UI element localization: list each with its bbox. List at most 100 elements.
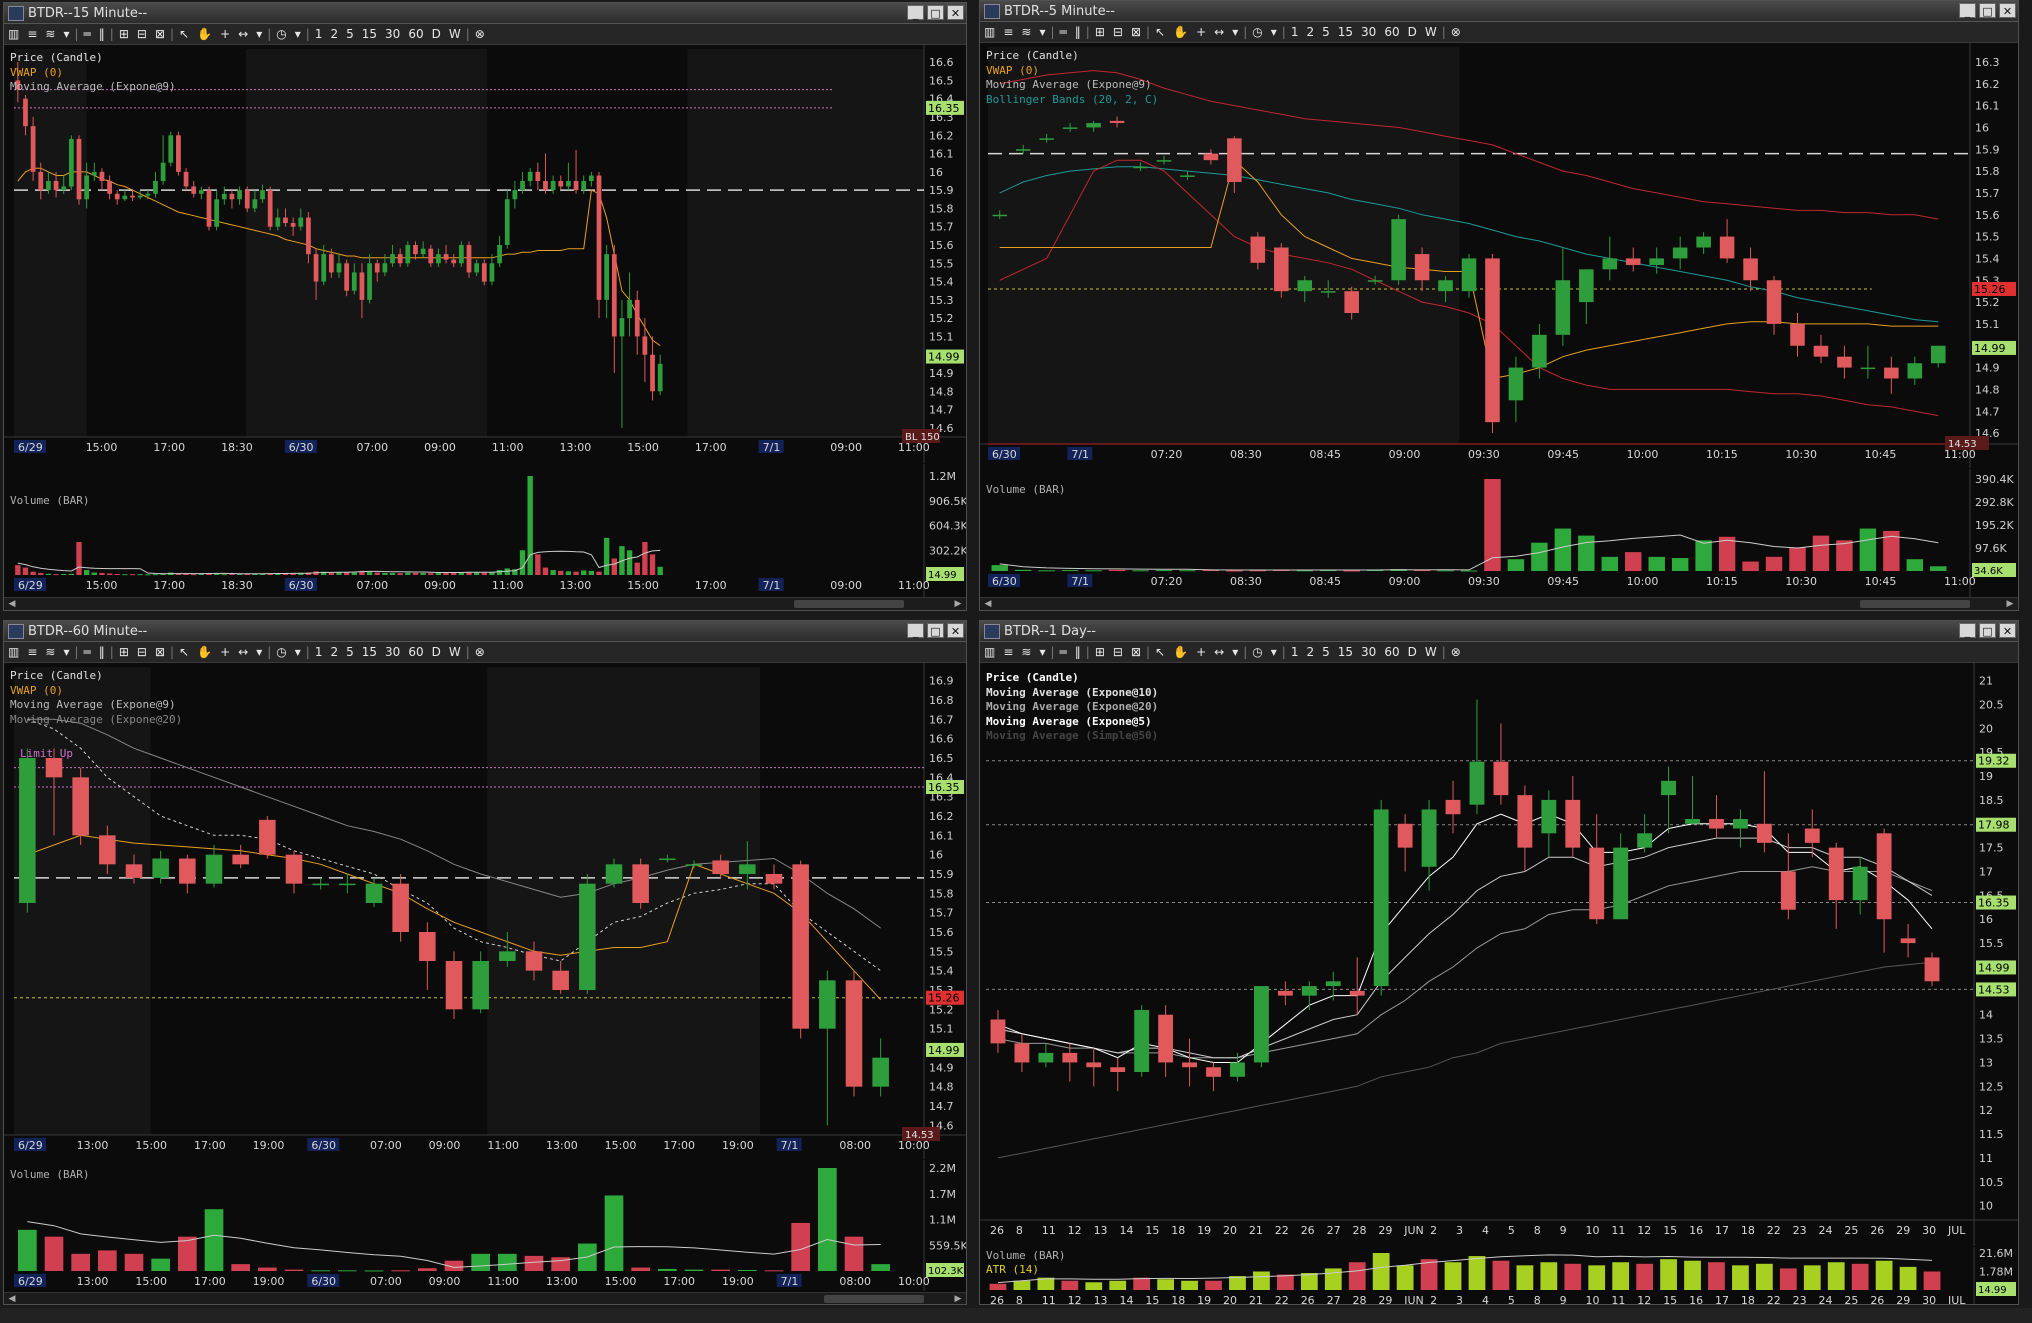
pan-icon[interactable]: ✋ <box>193 643 216 661</box>
pan-icon[interactable]: ✋ <box>1169 643 1192 661</box>
chart-window-5min[interactable]: BTDR--5 Minute-- _ □ ✕ ▥ ≡ ≋ ▾ | ═ ‖ | ⊞ ⊟ ⊠ | ↖ ✋ + ↔ ▾ | ◷… <box>979 0 2019 611</box>
price-panel[interactable]: 16.9 16.8 16.7 16.6 16.5 16.4 16.3 16.2 16.1 16 15… <box>4 663 966 1159</box>
chart-window-daily[interactable]: BTDR--1 Day-- _ □ ✕ ▥ ≡ ≋ ▾ | ═ ‖ | ⊞ ⊟ ⊠ | ↖ ✋ + ↔ ▾ | ◷ ▾ | 1… <box>979 620 2019 1305</box>
period-button-5[interactable]: 5 <box>342 643 358 661</box>
window-titlebar[interactable]: BTDR--15 Minute-- _ □ ✕ <box>4 3 966 24</box>
window-icon[interactable]: ⊠ <box>1127 23 1145 41</box>
bar-type-icon[interactable]: ≡ <box>999 643 1017 661</box>
scroll-right-icon[interactable]: ▶ <box>2004 598 2016 610</box>
template-icon[interactable]: ⊟ <box>1109 643 1127 661</box>
period-button-30[interactable]: 30 <box>381 643 404 661</box>
cancel-icon[interactable]: ⊗ <box>471 25 489 43</box>
dropdown-icon[interactable]: ▾ <box>59 643 73 661</box>
horizontal-scrollbar[interactable]: ◀ ▶ <box>980 597 2018 610</box>
dropdown-icon[interactable]: ▾ <box>252 25 266 43</box>
cancel-icon[interactable]: ⊗ <box>471 643 489 661</box>
dropdown-icon[interactable]: ▾ <box>1267 23 1281 41</box>
crosshair-icon[interactable]: + <box>1192 23 1210 41</box>
scroll-left-icon[interactable]: ◀ <box>6 598 18 610</box>
bar-type-icon[interactable]: ≡ <box>23 25 41 43</box>
period-button-60[interactable]: 60 <box>404 25 427 43</box>
pointer-icon[interactable]: ↖ <box>175 25 193 43</box>
window-titlebar[interactable]: BTDR--1 Day-- _ □ ✕ <box>980 621 2018 642</box>
template-icon[interactable]: ≋ <box>1017 23 1035 41</box>
dropdown-icon[interactable]: ▾ <box>1035 23 1049 41</box>
template-icon[interactable]: ≋ <box>41 643 59 661</box>
period-button-15[interactable]: 15 <box>358 25 381 43</box>
scroll-left-icon[interactable]: ◀ <box>982 598 994 610</box>
layout-icon[interactable]: ═ <box>1056 23 1071 41</box>
scroll-right-icon[interactable]: ▶ <box>952 1293 964 1304</box>
scroll-left-icon[interactable]: ◀ <box>6 1293 18 1304</box>
measure-icon[interactable]: ↔ <box>1210 23 1228 41</box>
period-button-d[interactable]: D <box>428 25 445 43</box>
horizontal-scrollbar[interactable]: ◀ ▶ <box>4 597 966 610</box>
template-icon[interactable]: ⊟ <box>133 643 151 661</box>
period-button-5[interactable]: 5 <box>1318 23 1334 41</box>
maximize-button[interactable]: □ <box>1979 623 1996 638</box>
period-button-2[interactable]: 2 <box>1302 23 1318 41</box>
dropdown-icon[interactable]: ▾ <box>1035 643 1049 661</box>
dropdown-icon[interactable]: ▾ <box>1267 643 1281 661</box>
cancel-icon[interactable]: ⊗ <box>1447 23 1465 41</box>
maximize-button[interactable]: □ <box>927 5 944 20</box>
pointer-icon[interactable]: ↖ <box>175 643 193 661</box>
template-icon[interactable]: ⊟ <box>1109 23 1127 41</box>
price-panel[interactable]: 16.3 16.2 16.1 16 15.9 15.8 15.7 15.6 15.5 15.4 15… <box>980 43 2018 468</box>
dropdown-icon[interactable]: ▾ <box>1228 23 1242 41</box>
crosshair-icon[interactable]: + <box>216 25 234 43</box>
period-button-30[interactable]: 30 <box>1357 23 1380 41</box>
period-button-2[interactable]: 2 <box>326 25 342 43</box>
minimize-button[interactable]: _ <box>907 623 924 638</box>
window-titlebar[interactable]: BTDR--5 Minute-- _ □ ✕ <box>980 1 2018 22</box>
scroll-thumb[interactable] <box>794 600 904 608</box>
dropdown-icon[interactable]: ▾ <box>252 643 266 661</box>
pan-icon[interactable]: ✋ <box>193 25 216 43</box>
price-chart[interactable]: 16.616.516.416.316.216.11615.915.815.715… <box>4 45 967 463</box>
measure-icon[interactable]: ↔ <box>234 25 252 43</box>
chart-type-icon[interactable]: ▥ <box>4 643 23 661</box>
window-icon[interactable]: ⊠ <box>151 25 169 43</box>
horizontal-scrollbar[interactable]: ◀ ▶ <box>4 1292 966 1304</box>
window-icon[interactable]: ⊠ <box>1127 643 1145 661</box>
volume-chart[interactable]: 1.2M 906.5K 604.3K 302.2K 14.99 6/29 15:00 17:0… <box>4 464 967 597</box>
template-icon[interactable]: ≋ <box>1017 643 1035 661</box>
clock-icon[interactable]: ◷ <box>1248 643 1266 661</box>
grid-icon[interactable]: ⊞ <box>115 643 133 661</box>
layout-icon[interactable]: ═ <box>1056 643 1071 661</box>
bar-type-icon[interactable]: ≡ <box>23 643 41 661</box>
close-button[interactable]: ✕ <box>947 623 964 638</box>
price-chart[interactable]: 16.3 16.2 16.1 16 15.9 15.8 15.7 15.6 15.5 15.4 15… <box>980 43 2019 468</box>
volume-panel[interactable]: 390.4K 292.8K 195.2K 97.6K 34.6K 6/30 7/1 07:20… <box>980 469 2018 597</box>
period-button-60[interactable]: 60 <box>404 643 427 661</box>
period-button-1[interactable]: 1 <box>311 25 327 43</box>
period-button-15[interactable]: 15 <box>1334 643 1357 661</box>
close-button[interactable]: ✕ <box>947 5 964 20</box>
period-button-d[interactable]: D <box>1404 23 1421 41</box>
measure-icon[interactable]: ↔ <box>1210 643 1228 661</box>
cancel-icon[interactable]: ⊗ <box>1447 643 1465 661</box>
split-icon[interactable]: ‖ <box>1071 23 1085 41</box>
close-button[interactable]: ✕ <box>1999 623 2016 638</box>
window-titlebar[interactable]: BTDR--60 Minute-- _ □ ✕ <box>4 621 966 642</box>
minimize-button[interactable]: _ <box>1959 623 1976 638</box>
maximize-button[interactable]: □ <box>927 623 944 638</box>
period-button-1[interactable]: 1 <box>1287 23 1303 41</box>
clock-icon[interactable]: ◷ <box>272 25 290 43</box>
period-button-30[interactable]: 30 <box>381 25 404 43</box>
volume-panel[interactable]: 2.2M 1.7M 1.1M 559.5K 102.3K 6/29 13:00 15:00 17… <box>4 1160 966 1291</box>
volume-chart[interactable]: 2.2M 1.7M 1.1M 559.5K 102.3K 6/29 13:00 15:00 17… <box>4 1160 967 1291</box>
layout-icon[interactable]: ═ <box>80 643 95 661</box>
grid-icon[interactable]: ⊞ <box>115 25 133 43</box>
close-button[interactable]: ✕ <box>1999 3 2016 18</box>
period-button-w[interactable]: W <box>1421 23 1441 41</box>
period-button-d[interactable]: D <box>1404 643 1421 661</box>
minimize-button[interactable]: _ <box>1959 3 1976 18</box>
bar-type-icon[interactable]: ≡ <box>999 23 1017 41</box>
period-button-w[interactable]: W <box>445 25 465 43</box>
grid-icon[interactable]: ⊞ <box>1091 643 1109 661</box>
period-button-15[interactable]: 15 <box>1334 23 1357 41</box>
period-button-d[interactable]: D <box>428 643 445 661</box>
period-button-w[interactable]: W <box>445 643 465 661</box>
pointer-icon[interactable]: ↖ <box>1151 643 1169 661</box>
